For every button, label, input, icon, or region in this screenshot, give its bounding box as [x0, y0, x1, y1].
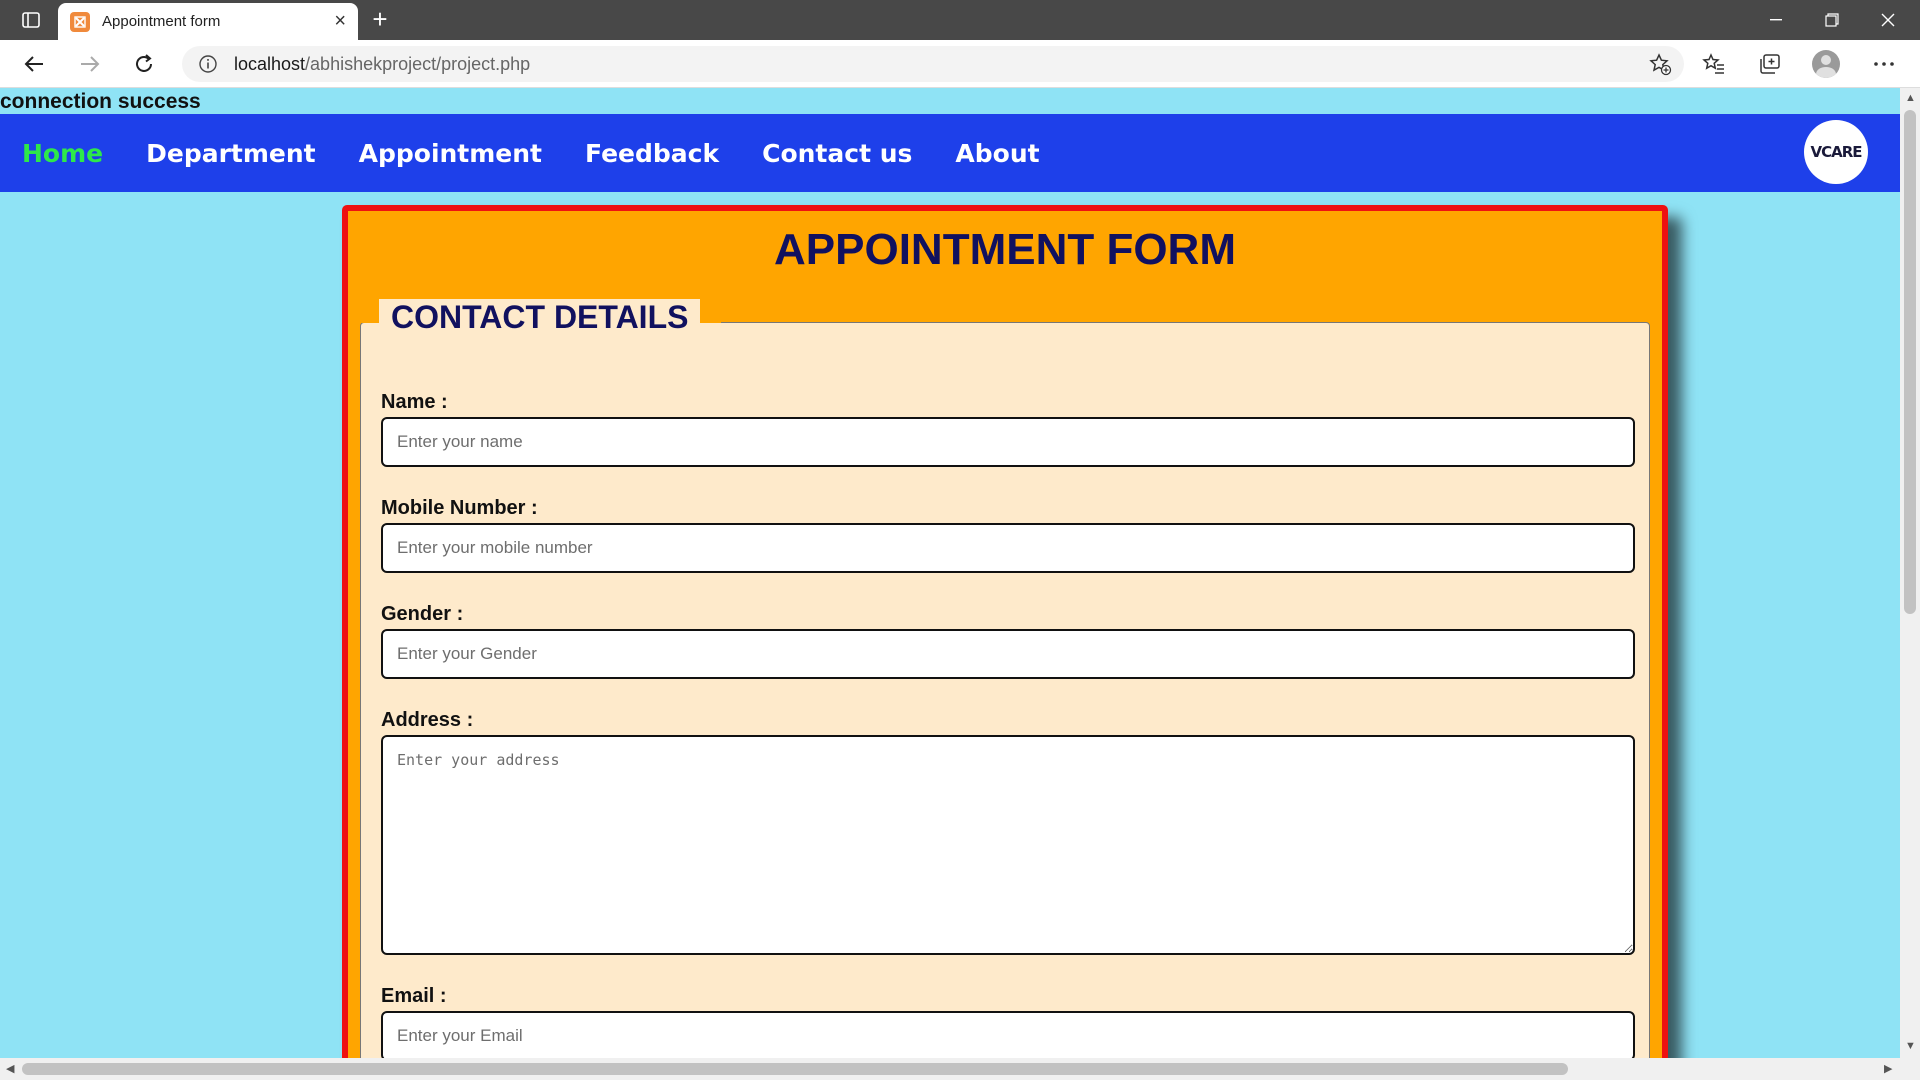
- page-viewport: connection success Home Department Appoi…: [0, 88, 1900, 1058]
- url-path: /abhishekproject/project.php: [305, 53, 531, 74]
- browser-toolbar: localhost/abhishekproject/project.php: [0, 40, 1920, 88]
- close-icon[interactable]: ×: [334, 10, 346, 33]
- nav-link-contact-us[interactable]: Contact us: [762, 139, 912, 168]
- email-input[interactable]: [381, 1011, 1635, 1058]
- add-favorite-icon[interactable]: [1648, 52, 1672, 81]
- tab-title: Appointment form: [102, 13, 221, 30]
- plus-icon[interactable]: +: [364, 6, 396, 34]
- favicon-icon: [70, 11, 90, 32]
- fieldset-legend: CONTACT DETAILS: [379, 299, 701, 336]
- info-icon[interactable]: [196, 52, 220, 76]
- connection-status-text: connection success: [0, 90, 201, 113]
- mobile-number-label: Mobile Number :: [381, 497, 538, 519]
- scroll-right-icon[interactable]: ▶: [1884, 1062, 1892, 1075]
- scroll-left-icon[interactable]: ◀: [6, 1062, 14, 1075]
- address-textarea[interactable]: [381, 735, 1635, 955]
- favorites-icon[interactable]: [1694, 48, 1734, 80]
- forward-arrow-icon[interactable]: [70, 48, 110, 80]
- url-host: localhost: [234, 53, 306, 74]
- name-input[interactable]: [381, 417, 1635, 467]
- tab-actions-icon[interactable]: [14, 8, 48, 32]
- logo-text: VCARE: [1810, 143, 1862, 161]
- scroll-up-icon[interactable]: ▲: [1905, 92, 1916, 104]
- scroll-down-icon[interactable]: ▼: [1905, 1040, 1916, 1052]
- browser-tab[interactable]: Appointment form ×: [58, 3, 358, 40]
- horizontal-scrollbar[interactable]: ◀ ▶: [0, 1058, 1920, 1080]
- profile-icon[interactable]: [1806, 48, 1846, 80]
- address-bar[interactable]: localhost/abhishekproject/project.php: [182, 46, 1684, 82]
- url-text: localhost/abhishekproject/project.php: [234, 54, 530, 75]
- gender-input[interactable]: [381, 629, 1635, 679]
- restore-icon[interactable]: [1804, 0, 1860, 40]
- vertical-scroll-thumb[interactable]: [1904, 110, 1916, 614]
- vertical-scrollbar[interactable]: ▲ ▼: [1900, 88, 1920, 1058]
- window-close-icon[interactable]: [1860, 0, 1916, 40]
- nav-link-home[interactable]: Home: [22, 139, 103, 168]
- horizontal-scroll-thumb[interactable]: [22, 1063, 1568, 1075]
- more-icon[interactable]: [1864, 48, 1904, 80]
- reload-icon[interactable]: [124, 48, 164, 80]
- site-navbar: Home Department Appointment Feedback Con…: [0, 114, 1900, 192]
- email-label: Email :: [381, 985, 447, 1007]
- collections-icon[interactable]: [1750, 48, 1790, 80]
- nav-link-about[interactable]: About: [955, 139, 1039, 168]
- address-label: Address :: [381, 709, 474, 731]
- gender-label: Gender :: [381, 603, 464, 625]
- contact-details-fieldset: CONTACT DETAILS Name : Mobile Number : G…: [360, 299, 1650, 1058]
- vcare-logo[interactable]: VCARE: [1804, 120, 1868, 184]
- nav-link-feedback[interactable]: Feedback: [585, 139, 719, 168]
- mobile-number-input[interactable]: [381, 523, 1635, 573]
- nav-link-appointment[interactable]: Appointment: [359, 139, 542, 168]
- back-arrow-icon[interactable]: [14, 48, 54, 80]
- nav-link-department[interactable]: Department: [146, 139, 316, 168]
- form-title: APPOINTMENT FORM: [774, 225, 1236, 274]
- nav-links: Home Department Appointment Feedback Con…: [22, 114, 1083, 192]
- appointment-form-card: APPOINTMENT FORM CONTACT DETAILS Name : …: [342, 205, 1668, 1058]
- minimize-icon[interactable]: [1748, 0, 1804, 40]
- browser-titlebar: Appointment form × +: [0, 0, 1920, 40]
- name-label: Name :: [381, 391, 448, 413]
